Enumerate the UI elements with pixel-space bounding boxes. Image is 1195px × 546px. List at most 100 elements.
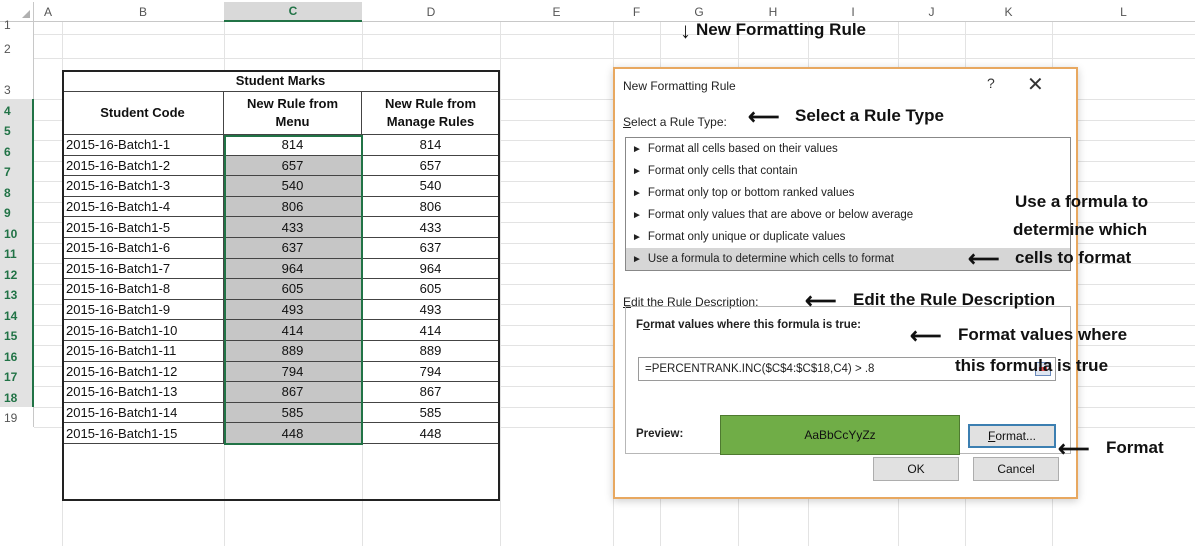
- manage-value-cell[interactable]: 814: [362, 135, 500, 156]
- rule-type-item[interactable]: ► Format only values that are above or be…: [626, 204, 1070, 226]
- manage-value-cell[interactable]: 605: [362, 279, 500, 300]
- table-title[interactable]: Student Marks: [62, 70, 500, 92]
- row-header-11[interactable]: 11: [0, 242, 34, 263]
- menu-value-cell[interactable]: 794: [224, 361, 362, 383]
- student-code-cell[interactable]: 2015-16-Batch1-4: [62, 196, 224, 218]
- menu-value-cell[interactable]: 448: [224, 423, 362, 444]
- student-code-cell[interactable]: 2015-16-Batch1-8: [62, 279, 224, 300]
- select-rule-type-label: Select a Rule Type:: [623, 115, 727, 129]
- manage-value-cell[interactable]: 637: [362, 238, 500, 259]
- column-header-k[interactable]: K: [965, 2, 1052, 22]
- row-header-15[interactable]: 15: [0, 324, 34, 345]
- header-new-rule-manage[interactable]: New Rule from Manage Rules: [362, 92, 500, 135]
- menu-value-cell[interactable]: 814: [224, 135, 362, 156]
- manage-value-cell[interactable]: 585: [362, 402, 500, 424]
- header-student-code[interactable]: Student Code: [62, 92, 224, 135]
- annotation-format-values-2: this formula is true: [955, 356, 1109, 375]
- manage-value-cell[interactable]: 657: [362, 155, 500, 177]
- student-code-cell[interactable]: 2015-16-Batch1-12: [62, 361, 224, 383]
- row-header-14[interactable]: 14: [0, 304, 34, 325]
- rule-type-item[interactable]: ► Format only unique or duplicate values: [626, 226, 1070, 248]
- row-header-4[interactable]: 4: [0, 99, 34, 120]
- format-values-label: Format values where this formula is true…: [636, 319, 861, 331]
- manage-value-cell[interactable]: 964: [362, 258, 500, 280]
- menu-value-cell[interactable]: 889: [224, 341, 362, 362]
- column-header-e[interactable]: E: [500, 2, 613, 22]
- row-header-1[interactable]: 1: [0, 18, 34, 34]
- student-code-cell[interactable]: 2015-16-Batch1-6: [62, 238, 224, 259]
- menu-value-cell[interactable]: 867: [224, 382, 362, 403]
- row-header-6[interactable]: 6: [0, 140, 34, 161]
- menu-value-cell[interactable]: 605: [224, 279, 362, 300]
- manage-value-cell[interactable]: 794: [362, 361, 500, 383]
- row-header-9[interactable]: 9: [0, 201, 34, 222]
- column-header-a[interactable]: A: [34, 2, 62, 22]
- menu-value-cell[interactable]: 806: [224, 196, 362, 218]
- student-code-cell[interactable]: 2015-16-Batch1-9: [62, 299, 224, 321]
- column-header-j[interactable]: J: [898, 2, 965, 22]
- menu-value-cell[interactable]: 585: [224, 402, 362, 424]
- student-code-cell[interactable]: 2015-16-Batch1-7: [62, 258, 224, 280]
- manage-value-cell[interactable]: 889: [362, 341, 500, 362]
- row-header-8[interactable]: 8: [0, 181, 34, 202]
- rule-type-label: Use a formula to determine which cells t…: [647, 253, 894, 265]
- ok-button[interactable]: OK: [873, 457, 959, 481]
- menu-value-cell[interactable]: 637: [224, 238, 362, 259]
- row-header-7[interactable]: 7: [0, 160, 34, 181]
- rule-type-list[interactable]: ► Format all cells based on their values ►…: [625, 137, 1071, 271]
- column-header-b[interactable]: B: [62, 2, 224, 22]
- cancel-button[interactable]: Cancel: [973, 457, 1059, 481]
- menu-value-cell[interactable]: 493: [224, 299, 362, 321]
- menu-value-cell[interactable]: 540: [224, 176, 362, 197]
- manage-value-cell[interactable]: 493: [362, 299, 500, 321]
- rule-type-item[interactable]: ► Format only top or bottom ranked values: [626, 182, 1070, 204]
- format-button[interactable]: Format...: [968, 424, 1056, 448]
- menu-value-cell[interactable]: 964: [224, 258, 362, 280]
- close-icon[interactable]: ✕: [1027, 72, 1044, 97]
- rule-type-item[interactable]: ► Use a formula to determine which cells …: [626, 248, 1070, 270]
- student-code-cell[interactable]: 2015-16-Batch1-10: [62, 320, 224, 341]
- column-header-l[interactable]: L: [1052, 2, 1195, 22]
- student-code-cell[interactable]: 2015-16-Batch1-13: [62, 382, 224, 403]
- row-header-18[interactable]: 18: [0, 386, 34, 407]
- row-header-3[interactable]: 3: [0, 58, 34, 99]
- column-header-g[interactable]: G: [660, 2, 738, 22]
- row-header-17[interactable]: 17: [0, 365, 34, 386]
- student-code-cell[interactable]: 2015-16-Batch1-15: [62, 423, 224, 444]
- student-code-cell[interactable]: 2015-16-Batch1-11: [62, 341, 224, 362]
- row-header-2[interactable]: 2: [0, 34, 34, 58]
- header-new-rule-menu[interactable]: New Rule from Menu: [224, 92, 362, 135]
- manage-value-cell[interactable]: 448: [362, 423, 500, 444]
- manage-value-cell[interactable]: 414: [362, 320, 500, 341]
- manage-value-cell[interactable]: 433: [362, 217, 500, 238]
- menu-value-cell[interactable]: 657: [224, 155, 362, 177]
- menu-value-cell[interactable]: 433: [224, 217, 362, 238]
- left-arrow-icon: ⟵: [968, 246, 1000, 271]
- student-code-cell[interactable]: 2015-16-Batch1-1: [62, 135, 224, 156]
- column-header-h[interactable]: H: [738, 2, 808, 22]
- rule-type-item[interactable]: ► Format only cells that contain: [626, 160, 1070, 182]
- manage-value-cell[interactable]: 867: [362, 382, 500, 403]
- column-header-i[interactable]: I: [808, 2, 898, 22]
- column-header-f[interactable]: F: [613, 2, 660, 22]
- column-header-d[interactable]: D: [362, 2, 500, 22]
- row-header-13[interactable]: 13: [0, 283, 34, 304]
- student-code-cell[interactable]: 2015-16-Batch1-5: [62, 217, 224, 238]
- student-code-cell[interactable]: 2015-16-Batch1-2: [62, 155, 224, 177]
- new-formatting-rule-dialog: New Formatting Rule ? ✕ Select a Rule Ty…: [613, 67, 1078, 499]
- row-header-10[interactable]: 10: [0, 222, 34, 243]
- row-header-5[interactable]: 5: [0, 119, 34, 140]
- column-header-c[interactable]: C: [224, 2, 362, 22]
- menu-value-cell[interactable]: 414: [224, 320, 362, 341]
- rule-type-item[interactable]: ► Format all cells based on their values: [626, 138, 1070, 160]
- row-header-16[interactable]: 16: [0, 345, 34, 366]
- student-code-cell[interactable]: 2015-16-Batch1-14: [62, 402, 224, 424]
- manage-value-cell[interactable]: 806: [362, 196, 500, 218]
- manage-value-cell[interactable]: 540: [362, 176, 500, 197]
- preview-box: AaBbCcYyZz: [720, 415, 960, 455]
- help-button[interactable]: ?: [987, 75, 995, 91]
- left-arrow-icon: ⟵: [748, 104, 780, 129]
- student-code-cell[interactable]: 2015-16-Batch1-3: [62, 176, 224, 197]
- row-header-19[interactable]: 19: [0, 406, 34, 427]
- row-header-12[interactable]: 12: [0, 263, 34, 284]
